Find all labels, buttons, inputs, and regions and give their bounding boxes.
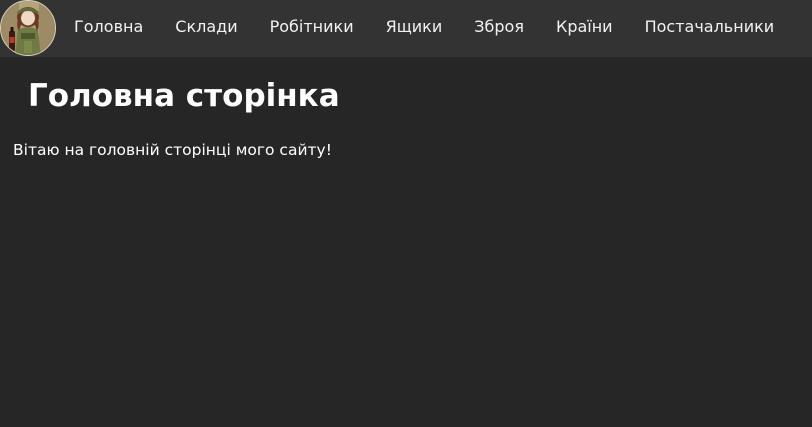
top-navbar: Головна Склади Робітники Ящики Зброя Кра… bbox=[0, 0, 812, 57]
page-title: Головна сторінка bbox=[28, 78, 340, 114]
nav-item-weapons[interactable]: Зброя bbox=[458, 0, 540, 57]
nav-item-boxes[interactable]: Ящики bbox=[370, 0, 459, 57]
avatar-logo[interactable] bbox=[0, 0, 56, 56]
main-nav: Головна Склади Робітники Ящики Зброя Кра… bbox=[58, 0, 790, 57]
avatar-logo-illustration bbox=[1, 1, 55, 55]
nav-item-warehouses[interactable]: Склади bbox=[159, 0, 253, 57]
nav-item-countries[interactable]: Країни bbox=[540, 0, 629, 57]
nav-item-home[interactable]: Головна bbox=[58, 0, 159, 57]
nav-item-suppliers[interactable]: Постачальники bbox=[629, 0, 791, 57]
nav-item-workers[interactable]: Робітники bbox=[254, 0, 370, 57]
welcome-text: Вітаю на головній сторінці мого сайту! bbox=[13, 141, 332, 159]
